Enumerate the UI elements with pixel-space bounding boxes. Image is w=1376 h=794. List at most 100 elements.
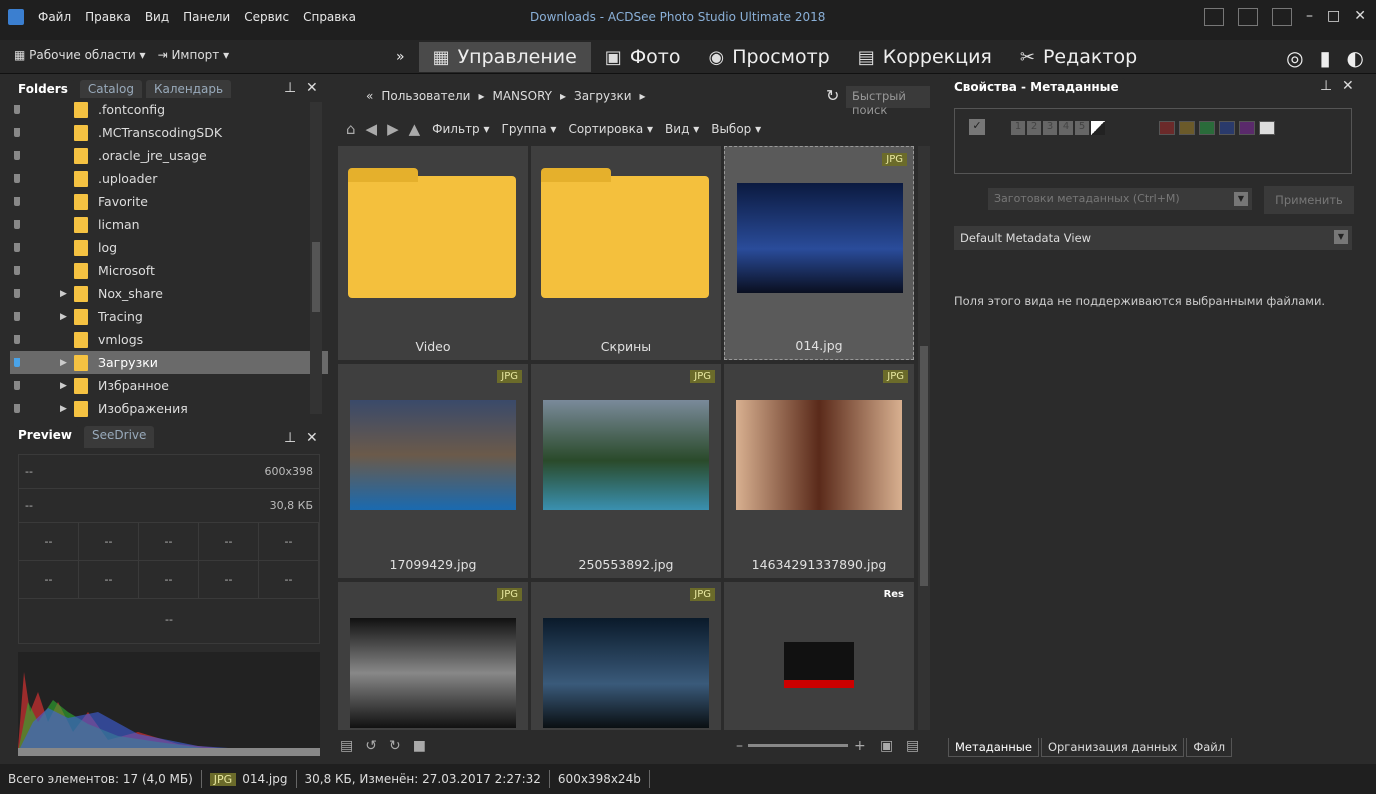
file-thumbnail[interactable]: Video [338,146,528,360]
preview-pin-icon[interactable]: ⊥ [284,430,296,446]
flag-icon[interactable] [14,312,20,321]
folder-item[interactable]: Favorite [10,190,328,213]
folder-item[interactable]: .fontconfig [10,98,328,121]
back-icon[interactable]: ◀ [366,120,378,138]
tab-seedrive[interactable]: SeeDrive [84,426,155,448]
app-icon[interactable] [8,9,24,25]
more-modes-icon[interactable]: » [382,42,419,72]
select-menu[interactable]: Выбор ▾ [711,122,761,136]
flag-icon[interactable] [14,243,20,252]
menu-edit[interactable]: Правка [85,10,131,24]
color-label-blue[interactable] [1219,121,1235,135]
folder-item[interactable]: ▶ Избранное [10,374,328,397]
properties-close-icon[interactable]: ✕ [1342,78,1354,94]
file-thumbnail[interactable]: JPG 14634291337890.jpg [724,364,914,578]
dashboard-icon[interactable]: ▮ [1320,46,1331,70]
layout-right-icon[interactable] [1272,8,1293,26]
zoom-slider[interactable] [748,744,848,747]
rating-4[interactable]: 4 [1059,121,1073,135]
file-thumbnail[interactable]: JPG [338,582,528,730]
tab-folders[interactable]: Folders [10,80,76,98]
file-thumbnail[interactable]: JPG 250553892.jpg [531,364,721,578]
sort-menu[interactable]: Сортировка ▾ [568,122,653,136]
mode-manage[interactable]: ▦ Управление [418,42,591,72]
folder-item[interactable]: log [10,236,328,259]
clear-rating-icon[interactable] [1091,121,1105,135]
color-label-green[interactable] [1199,121,1215,135]
scroll-thumb[interactable] [312,242,320,312]
expand-icon[interactable]: ▶ [60,404,67,414]
rating-1[interactable]: 1 [1011,121,1025,135]
metadata-view-select[interactable]: Default Metadata View ▼ [954,226,1352,250]
folder-item[interactable]: ▶ Tracing [10,305,328,328]
flag-icon[interactable] [14,197,20,206]
expand-icon[interactable]: ▶ [60,381,67,391]
file-thumbnail[interactable]: JPG 17099429.jpg [338,364,528,578]
minimize-button[interactable]: – [1306,8,1313,26]
flag-icon[interactable] [14,358,20,367]
folder-item[interactable]: ▶ Загрузки [10,351,328,374]
color-label-red[interactable] [1159,121,1175,135]
flag-icon[interactable] [14,404,20,413]
folder-item[interactable]: vmlogs [10,328,328,351]
close-panel-icon[interactable]: ✕ [306,80,318,96]
color-label-clear[interactable] [1259,121,1275,135]
forward-icon[interactable]: ▶ [387,120,399,138]
breadcrumb-back[interactable]: « [366,89,373,103]
tab-file[interactable]: Файл [1186,738,1233,757]
quick-search-input[interactable]: Быстрый поиск [846,86,930,117]
rotate-left-icon[interactable]: ↺ [365,738,377,754]
folder-item[interactable]: .oracle_jre_usage [10,144,328,167]
breadcrumb-downloads[interactable]: Загрузки [574,89,632,103]
flag-icon[interactable] [14,128,20,137]
menu-panels[interactable]: Панели [183,10,230,24]
thumb-view-icon[interactable]: ▣ [880,738,893,754]
breadcrumb-mansory[interactable]: MANSORY [492,89,552,103]
group-menu[interactable]: Группа ▾ [502,122,557,136]
mode-develop[interactable]: ▤ Коррекция [844,42,1006,72]
filter-menu[interactable]: Фильтр ▾ [432,122,489,136]
menu-view[interactable]: Вид [145,10,169,24]
list-view-icon[interactable]: ▤ [906,738,919,754]
color-label-yellow[interactable] [1179,121,1195,135]
preview-close-icon[interactable]: ✕ [306,430,318,446]
rating-5[interactable]: 5 [1075,121,1089,135]
properties-tab[interactable]: Свойства - Метаданные [948,78,1125,96]
compare-icon[interactable]: ■ [413,738,426,754]
menu-tools[interactable]: Сервис [244,10,289,24]
flag-icon[interactable] [14,381,20,390]
flag-icon[interactable] [14,174,20,183]
mode-photo[interactable]: ▣ Фото [591,42,695,72]
flag-icon[interactable] [14,335,20,344]
flag-icon[interactable] [14,289,20,298]
folder-item[interactable]: .uploader [10,167,328,190]
folder-item[interactable]: .MCTranscodingSDK [10,121,328,144]
import-menu[interactable]: ⇥ Импорт ▾ [158,48,230,62]
tab-organize[interactable]: Организация данных [1040,738,1185,757]
flag-icon[interactable] [14,151,20,160]
folder-item[interactable]: ▶ Изображения [10,397,328,420]
mode-view[interactable]: ◉ Просмотр [695,42,844,72]
tab-catalog[interactable]: Catalog [79,80,142,98]
expand-icon[interactable]: ▶ [60,312,67,322]
layout-bottom-icon[interactable] [1238,8,1259,26]
metadata-preset-select[interactable]: Заготовки метаданных (Ctrl+M) ▼ [988,188,1252,210]
layout-left-icon[interactable] [1204,8,1225,26]
expand-icon[interactable]: ▶ [60,358,67,368]
file-thumbnail[interactable]: JPG 014.jpg [724,146,914,360]
breadcrumb-users[interactable]: Пользователи [381,89,470,103]
flag-icon[interactable] [14,105,20,114]
maximize-button[interactable]: □ [1327,8,1340,26]
mode-edit[interactable]: ✂ Редактор [1006,42,1151,72]
tab-metadata[interactable]: Метаданные [948,738,1039,757]
eye-dash-icon[interactable]: ◐ [1347,46,1364,70]
batch-icon[interactable]: ▤ [340,738,353,754]
properties-pin-icon[interactable]: ⊥ [1320,78,1332,94]
zoom-in-icon[interactable]: + [854,738,866,754]
rotate-right-icon[interactable]: ↻ [389,738,401,754]
file-thumbnail[interactable]: JPG [531,582,721,730]
view-menu[interactable]: Вид ▾ [665,122,699,136]
pin-icon[interactable]: ⊥ [284,80,296,96]
menu-file[interactable]: Файл [38,10,71,24]
flag-icon[interactable] [14,266,20,275]
